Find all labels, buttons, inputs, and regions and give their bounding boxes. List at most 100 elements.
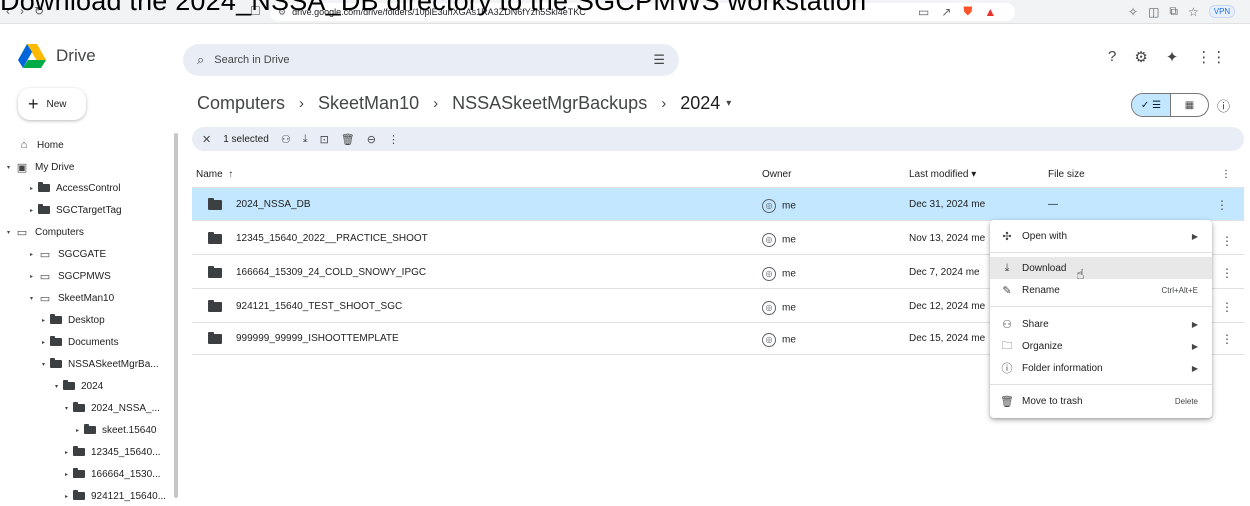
breadcrumb-current[interactable]: 2024: [680, 93, 720, 114]
expand-arrow-icon[interactable]: ▸: [30, 251, 38, 258]
menu-item-move-to-trash[interactable]: 🗑 Move to trash Delete: [990, 390, 1212, 412]
sort-up-icon[interactable]: ↑: [225, 169, 233, 180]
menu-item-organize[interactable]: 🗀 Organize ▶: [990, 335, 1212, 357]
menu-item-share[interactable]: ⚇ Share ▶: [990, 313, 1212, 335]
sidebar-item-desktop[interactable]: ▸ Desktop: [42, 312, 105, 328]
sidebar-item-2024[interactable]: ▾ 2024: [55, 378, 103, 394]
row-name: 924121_15640_TEST_SHOOT_SGC: [236, 301, 403, 312]
folder-icon: [208, 266, 222, 278]
expand-arrow-icon[interactable]: ▸: [42, 339, 50, 346]
column-header-owner[interactable]: Owner: [762, 169, 791, 180]
sidebar-item-924121-15640[interactable]: ▸ 924121_15640...: [65, 488, 166, 504]
gemini-icon[interactable]: ✦: [1166, 48, 1179, 66]
table-header: Name ↑ Owner Last modified ▾ File size ⋮: [192, 158, 1244, 188]
expand-arrow-icon[interactable]: ▾: [65, 405, 73, 412]
sidebar-item-sgcpmws[interactable]: ▸ ▭ SGCPMWS: [30, 268, 111, 284]
more-vert-icon[interactable]: ⋮: [1221, 332, 1233, 346]
sidebar-item-label: AccessControl: [56, 182, 121, 194]
sidebar-item-label: Desktop: [68, 314, 105, 326]
expand-arrow-icon[interactable]: ▸: [76, 427, 84, 434]
sidebar-item-accesscontrol[interactable]: ▸ AccessControl: [30, 180, 120, 196]
download-icon[interactable]: ⤓: [303, 133, 308, 146]
sidebar-item-computers[interactable]: ▾ ▭ Computers: [7, 224, 84, 240]
expand-arrow-icon[interactable]: ▸: [65, 471, 73, 478]
new-button[interactable]: + New: [18, 88, 86, 120]
close-icon[interactable]: ✕: [202, 133, 211, 146]
extensions-icon[interactable]: ✧: [1128, 5, 1138, 19]
rewards-icon[interactable]: ▲: [984, 5, 996, 19]
sidebar-item-nssaskeetmgrbackups[interactable]: ▾ NSSASkeetMgrBa...: [42, 356, 159, 372]
expand-arrow-icon[interactable]: ▸: [30, 273, 38, 280]
sidebar-item-166664-1530[interactable]: ▸ 166664_1530...: [65, 466, 161, 482]
bookmark-star-icon[interactable]: ☆: [1188, 5, 1199, 19]
menu-item-folder-information[interactable]: ⓘ Folder information ▶: [990, 357, 1212, 379]
search-bar[interactable]: ⌕ ☰: [183, 44, 679, 76]
tab-icon[interactable]: ⧉: [1169, 4, 1178, 19]
settings-icon[interactable]: ⚙: [1134, 48, 1147, 66]
table-row[interactable]: 2024_NSSA_DB ◎ me Dec 31, 2024 me — ⋮: [192, 188, 1244, 221]
column-header-modified[interactable]: Last modified ▾: [909, 169, 976, 180]
more-vert-icon[interactable]: ⋮: [1221, 169, 1231, 180]
expand-arrow-icon[interactable]: ▾: [55, 383, 63, 390]
expand-arrow-icon[interactable]: ▾: [42, 361, 50, 368]
expand-arrow-icon[interactable]: ▸: [42, 317, 50, 324]
sidebar-toggle-icon[interactable]: ◫: [1148, 5, 1159, 19]
sidebar-item-my-drive[interactable]: ▾ ▣ My Drive: [7, 159, 74, 175]
breadcrumb-item[interactable]: SkeetMan10: [318, 93, 419, 114]
expand-arrow-icon[interactable]: ▾: [30, 295, 38, 302]
avatar: ◎: [762, 333, 776, 347]
breadcrumb-item[interactable]: Computers: [197, 93, 285, 114]
more-vert-icon[interactable]: ⋮: [1221, 266, 1233, 280]
share-icon[interactable]: ↗: [941, 5, 951, 19]
link-icon[interactable]: ⊖: [367, 133, 376, 146]
search-input[interactable]: [214, 54, 615, 66]
sidebar-item-12345-15640[interactable]: ▸ 12345_15640...: [65, 444, 161, 460]
cast-icon[interactable]: ▭: [918, 5, 929, 19]
sidebar-item-2024-nssa-db[interactable]: ▾ 2024_NSSA_...: [65, 400, 160, 416]
drive-logo[interactable]: Drive: [18, 44, 96, 68]
expand-arrow-icon[interactable]: ▸: [65, 449, 73, 456]
menu-item-open-with[interactable]: ✣ Open with ▶: [990, 225, 1212, 247]
column-header-name[interactable]: Name ↑: [196, 169, 233, 180]
share-person-icon[interactable]: ⚇: [281, 133, 291, 146]
more-vert-icon[interactable]: ⋮: [1221, 234, 1233, 248]
move-icon[interactable]: ⊡: [320, 133, 329, 146]
expand-arrow-icon[interactable]: ▸: [30, 185, 38, 192]
expand-arrow-icon[interactable]: ▾: [7, 164, 15, 171]
more-vert-icon[interactable]: ⋮: [388, 133, 399, 146]
info-icon[interactable]: ⓘ: [1217, 96, 1230, 115]
sidebar-item-sgctargettag[interactable]: ▸ SGCTargetTag: [30, 202, 122, 218]
vpn-button[interactable]: VPN: [1208, 5, 1236, 18]
sidebar-item-documents[interactable]: ▸ Documents: [42, 334, 119, 350]
chevron-right-icon: ›: [433, 95, 439, 112]
row-modified: Nov 13, 2024 me: [909, 233, 986, 244]
sidebar-item-skeet-15640[interactable]: ▸ skeet.15640: [76, 422, 157, 438]
computer-icon: ▭: [39, 248, 51, 261]
search-options-icon[interactable]: ☰: [653, 52, 665, 68]
breadcrumb-item[interactable]: NSSASkeetMgrBackups: [452, 93, 647, 114]
sidebar-nav: ⌂ Home ▾ ▣ My Drive ▸ AccessControl ▸ SG…: [0, 133, 180, 506]
apps-grid-icon[interactable]: ⋮⋮: [1196, 48, 1226, 66]
help-icon[interactable]: ?: [1108, 48, 1116, 66]
grid-view-button[interactable]: ▦: [1171, 94, 1208, 116]
row-modified: Dec 15, 2024 me: [909, 333, 986, 344]
expand-arrow-icon[interactable]: ▸: [65, 493, 73, 500]
more-vert-icon[interactable]: ⋮: [1216, 198, 1228, 212]
menu-item-download[interactable]: ⤓ Download: [990, 257, 1212, 279]
search-icon[interactable]: ⌕: [197, 52, 204, 68]
folder-icon: [50, 314, 62, 324]
more-vert-icon[interactable]: ⋮: [1221, 300, 1233, 314]
expand-arrow-icon[interactable]: ▸: [30, 207, 38, 214]
expand-arrow-icon[interactable]: ▾: [7, 229, 15, 236]
sidebar-scrollbar[interactable]: [174, 133, 178, 498]
caret-down-icon[interactable]: ▾: [726, 98, 731, 109]
list-view-button[interactable]: ✓ ☰: [1132, 94, 1171, 116]
menu-item-rename[interactable]: ✎ Rename Ctrl+Alt+E: [990, 279, 1212, 301]
sidebar-item-home[interactable]: ⌂ Home: [17, 137, 64, 153]
row-size: —: [1048, 199, 1058, 210]
brave-shield-icon[interactable]: ⛊: [963, 4, 972, 19]
trash-icon[interactable]: 🗑: [341, 133, 355, 146]
column-header-size[interactable]: File size: [1048, 169, 1085, 180]
sidebar-item-skeetman10[interactable]: ▾ ▭ SkeetMan10: [30, 290, 114, 306]
sidebar-item-sgcgate[interactable]: ▸ ▭ SGCGATE: [30, 246, 106, 262]
